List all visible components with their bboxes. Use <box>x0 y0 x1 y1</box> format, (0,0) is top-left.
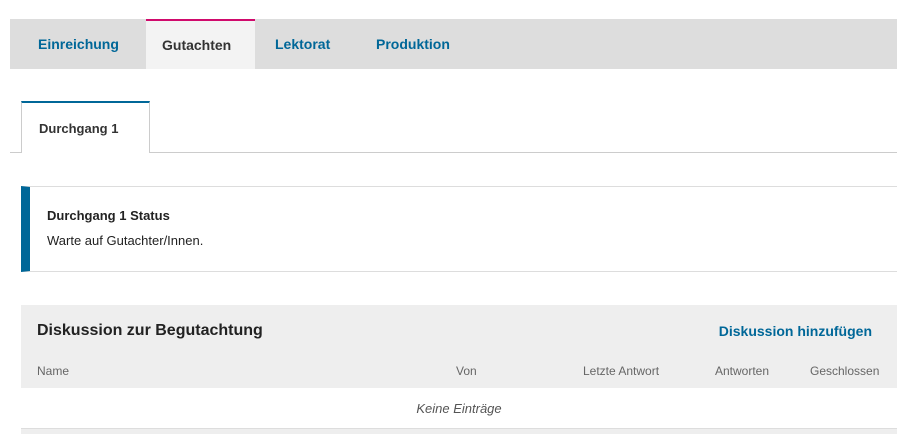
stage-tab-bar: Einreichung Gutachten Lektorat Produktio… <box>10 19 897 69</box>
tab-round-1[interactable]: Durchgang 1 <box>21 101 150 153</box>
add-discussion-link[interactable]: Diskussion hinzufügen <box>719 323 872 339</box>
empty-message: Keine Einträge <box>416 401 502 416</box>
status-text: Warte auf Gutachter/Innen. <box>47 233 204 248</box>
tab-produktion[interactable]: Produktion <box>376 19 450 69</box>
tab-einreichung[interactable]: Einreichung <box>38 19 119 69</box>
empty-table-row: Keine Einträge <box>21 388 897 429</box>
discussion-title: Diskussion zur Begutachtung <box>37 322 263 339</box>
column-header-replies: Antworten <box>715 364 770 378</box>
column-header-name: Name <box>37 364 70 378</box>
round-status-box: Durchgang 1 Status Warte auf Gutachter/I… <box>21 186 897 272</box>
column-header-from: Von <box>456 364 477 378</box>
tab-gutachten[interactable]: Gutachten <box>146 19 255 69</box>
status-title: Durchgang 1 Status <box>47 208 170 223</box>
tab-lektorat[interactable]: Lektorat <box>275 19 330 69</box>
review-discussion-panel: Diskussion zur Begutachtung Diskussion h… <box>21 305 897 434</box>
column-header-last-reply: Letzte Antwort <box>583 364 660 378</box>
column-header-closed: Geschlossen <box>810 364 880 378</box>
